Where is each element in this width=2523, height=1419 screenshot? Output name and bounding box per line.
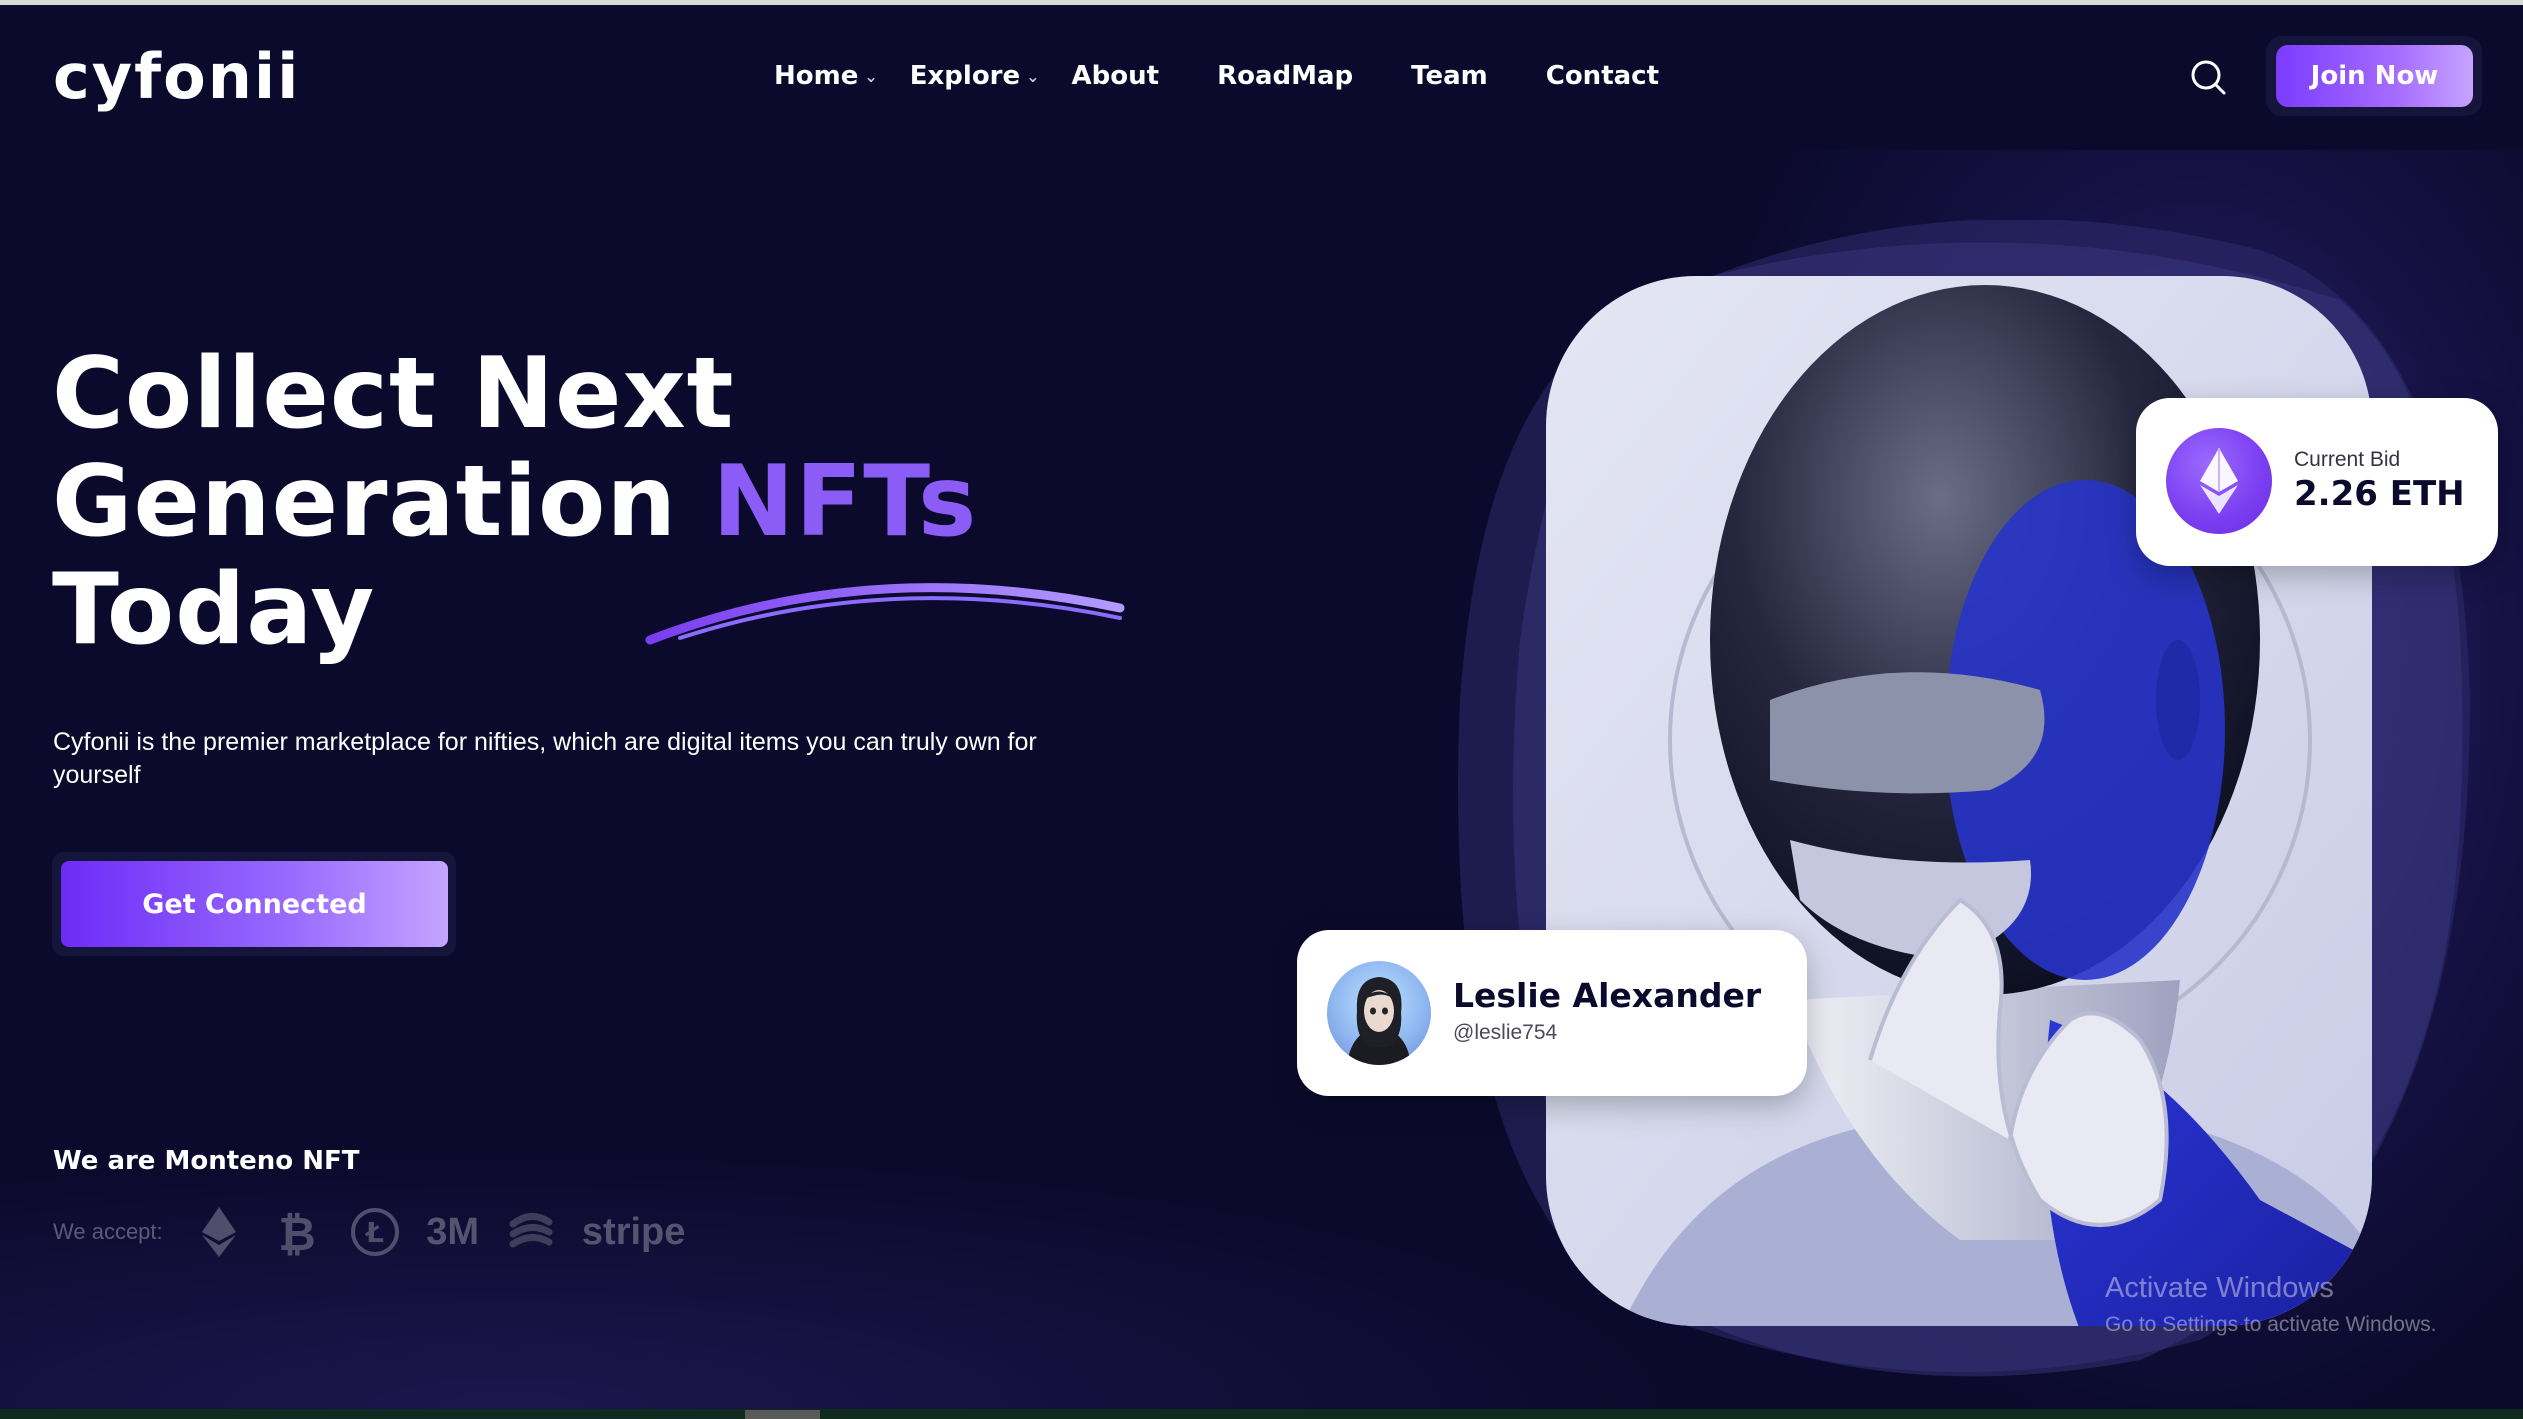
we-are-heading: We are Monteno NFT [53,1146,360,1176]
ethereum-icon [2166,428,2272,534]
creator-name: Leslie Alexander [1453,976,1762,1015]
stripe-text: stripe [581,1210,686,1253]
site-logo[interactable]: cyfonii [53,40,300,113]
nav-roadmap[interactable]: RoadMap [1217,61,1353,91]
headline-swoosh [645,583,1125,645]
chevron-down-icon: ⌄ [864,66,878,86]
bid-label: Current Bid [2294,448,2401,471]
headline-generation: Generation [52,445,678,559]
window-top-border [0,0,2523,5]
nav-about-label: About [1071,61,1160,91]
3m-text: 3M [426,1210,480,1253]
stripe-logo: stripe [579,1202,689,1262]
swirl-logo [501,1202,561,1262]
current-bid-card[interactable]: Current Bid 2.26 ETH [2136,398,2498,566]
activate-windows-title: Activate Windows [2105,1272,2334,1304]
headline-line-2: Generation NFTs [52,448,1152,556]
bitcoin-icon: ₿ [267,1202,327,1262]
nav-team-label: Team [1411,61,1488,91]
scrollbar-thumb[interactable] [745,1410,820,1419]
hero-description: Cyfonii is the premier marketplace for n… [53,728,1037,789]
headline-line-1: Collect Next [52,337,735,451]
avatar [1327,961,1431,1065]
headline-nfts: NFTs [712,445,978,559]
join-now-button[interactable]: Join Now [2276,45,2473,107]
nav-roadmap-label: RoadMap [1217,61,1354,91]
bid-value: 2.26 ETH [2294,474,2465,514]
nft-artwork [1458,220,2470,1377]
creator-handle: @leslie754 [1453,1021,1558,1044]
nav-explore[interactable]: Explore ⌄ [910,61,1040,91]
we-accept-label: We accept: [53,1219,163,1244]
chevron-down-icon: ⌄ [1026,66,1040,86]
creator-card[interactable]: Leslie Alexander @leslie754 [1297,930,1807,1096]
ethereum-icon [189,1202,249,1262]
nav-explore-label: Explore [909,61,1021,91]
get-connected-button[interactable]: Get Connected [61,861,448,947]
search-icon[interactable] [2188,57,2228,97]
svg-text:₿: ₿ [278,1207,316,1258]
horizontal-scrollbar[interactable] [0,1409,2523,1419]
activate-windows-subtitle: Go to Settings to activate Windows. [2105,1313,2437,1336]
litecoin-icon: Ł [345,1202,405,1262]
3m-logo: 3M [423,1202,483,1262]
payment-methods: We accept: ₿ Ł 3M stripe [53,1200,707,1264]
svg-text:Ł: Ł [364,1216,384,1249]
nav-contact[interactable]: Contact [1546,61,1659,91]
nav-home[interactable]: Home ⌄ [774,61,878,91]
nav-team[interactable]: Team [1411,61,1488,91]
nav-home-label: Home [774,61,859,91]
nav-about[interactable]: About [1072,61,1160,91]
nav-contact-label: Contact [1545,61,1660,91]
main-nav: Home ⌄ Explore ⌄ About RoadMap Team Cont… [774,56,1659,96]
